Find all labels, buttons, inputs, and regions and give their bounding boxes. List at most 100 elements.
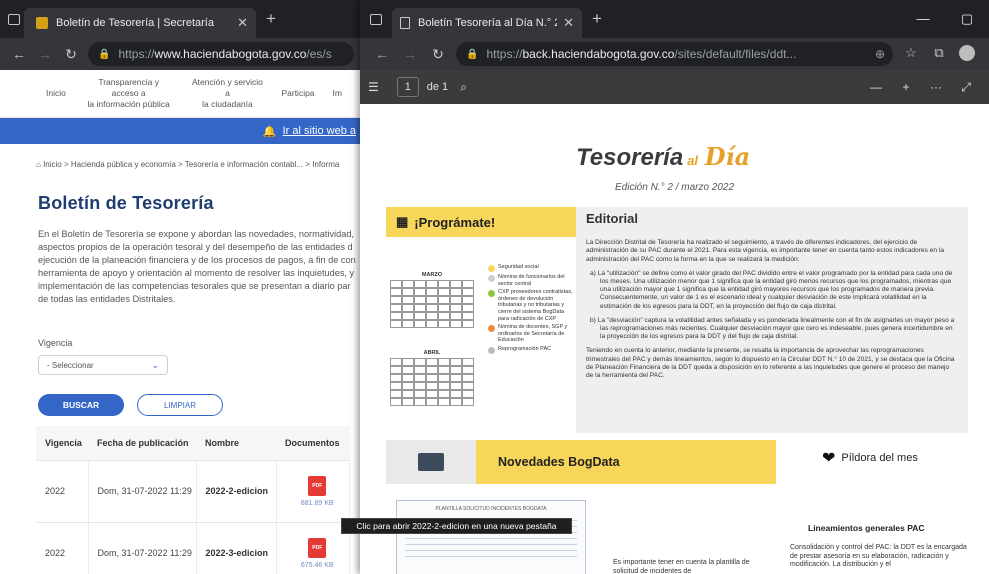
calendar-cell (414, 312, 426, 320)
calendar-cell (438, 296, 450, 304)
reload-icon[interactable]: ↻ (424, 46, 452, 63)
calendar-cell (414, 288, 426, 296)
calendar-cell (402, 382, 414, 390)
zoom-icon[interactable]: ⊕ (875, 47, 885, 61)
maximize-icon[interactable]: ▢ (945, 11, 989, 27)
calendar-cell (414, 304, 426, 312)
right-tab[interactable]: Boletín Tesorería al Día N.° 2_20 ✕ (392, 8, 582, 38)
collections-icon[interactable]: ⧉ (925, 45, 953, 64)
buscar-button[interactable]: BUSCAR (38, 394, 124, 416)
legend-item: Nómina de docentes, SGP y ordinarios de … (488, 324, 574, 344)
vigencia-label: Vigencia (38, 338, 73, 348)
nav-item-atencion[interactable]: Atención y servicio a la ciudadanía (191, 77, 263, 110)
new-tab-icon[interactable]: + (592, 9, 602, 29)
browser-toolbar-icons: ☆ ⧉ (897, 44, 981, 64)
pdf-download-link[interactable]: PDF 881.89 KB (276, 460, 350, 523)
edition-label: Edición N.° 2 / marzo 2022 (615, 182, 735, 193)
calendar-cell (462, 382, 474, 390)
calendar-cell (450, 280, 462, 288)
calendar-cell (390, 374, 402, 382)
zoom-in-icon[interactable]: + (891, 80, 921, 95)
reload-icon[interactable]: ↻ (58, 46, 84, 63)
right-tab-bar: Boletín Tesorería al Día N.° 2_20 ✕ + — … (360, 0, 989, 38)
legend-item: Seguridad social (488, 264, 574, 272)
legend-dot (488, 325, 495, 333)
left-address-bar: ← → ↻ 🔒 https://www.haciendabogota.gov.c… (0, 38, 360, 70)
window-menu-icon[interactable] (370, 13, 382, 25)
calendar-cell (426, 358, 438, 366)
pdf-toolbar-right: — + ··· ⤢ (861, 80, 981, 95)
calendar-cell (402, 288, 414, 296)
calendar-cell (438, 280, 450, 288)
calendar-cell (438, 390, 450, 398)
calendar-cell (414, 382, 426, 390)
calendar-cell (402, 366, 414, 374)
pdf-icon[interactable]: PDF (308, 537, 327, 558)
search-icon[interactable]: ⌕ (460, 80, 467, 95)
programate-header: ▦ ¡Prográmate! (386, 207, 576, 237)
calendar-cell (438, 374, 450, 382)
forward-icon[interactable]: → (396, 46, 424, 62)
calendar-cell (402, 320, 414, 328)
desktop: Boletín de Tesorería | Secretaría ✕ + ← … (0, 0, 989, 574)
plantilla-image: PLANTILLA SOLICITUD INCIDENTES BOGDATA (396, 500, 586, 574)
calendar-cell (402, 280, 414, 288)
legend-item: CXP proveedores contratistas, órdenes de… (488, 289, 574, 322)
right-url-field[interactable]: 🔒 https://back.haciendabogota.gov.co/sit… (456, 42, 893, 66)
calendar-cell (390, 390, 402, 398)
left-browser-window: Boletín de Tesorería | Secretaría ✕ + ← … (0, 0, 360, 574)
col-vigencia: Vigencia (36, 426, 88, 461)
calendar-cell (390, 398, 402, 406)
banner-link[interactable]: Ir al sitio web a (283, 125, 356, 137)
calendar-cell (438, 398, 450, 406)
page-number-input[interactable]: 1 (396, 77, 419, 97)
calendar-cell (462, 390, 474, 398)
contents-icon[interactable]: ☰ (368, 80, 379, 94)
legend-item: Reprogramación PAC (488, 346, 574, 354)
legend-item: Nómina de funcionarios del sector centra… (488, 274, 574, 287)
calendar-cell (414, 366, 426, 374)
nav-item-participa[interactable]: Participa (281, 88, 314, 99)
limpiar-button[interactable]: LIMPIAR (137, 394, 223, 416)
novedades-header: Novedades BogData (386, 440, 776, 484)
fullscreen-icon[interactable]: ⤢ (951, 80, 981, 95)
back-icon[interactable]: ← (368, 46, 396, 62)
window-menu-icon[interactable] (8, 13, 20, 25)
calendar-cell (414, 358, 426, 366)
calendar-cell (450, 366, 462, 374)
favorite-icon[interactable]: ☆ (897, 45, 925, 64)
close-tab-icon[interactable]: ✕ (237, 15, 248, 31)
calendar-cell (438, 358, 450, 366)
calendar-cell (462, 358, 474, 366)
zoom-out-icon[interactable]: — (861, 80, 891, 95)
left-tab[interactable]: Boletín de Tesorería | Secretaría ✕ (24, 8, 256, 38)
home-icon[interactable]: ⌂ (36, 160, 41, 169)
calendar-cell (402, 296, 414, 304)
col-fecha: Fecha de publicación (88, 426, 196, 461)
nav-item-more[interactable]: Im (333, 88, 342, 99)
bell-icon: 🔔 (262, 125, 277, 138)
hand-heart-icon: ❤ (822, 450, 836, 467)
minimize-icon[interactable]: — (901, 11, 945, 27)
left-url-field[interactable]: 🔒 https://www.haciendabogota.gov.co/es/s (88, 42, 354, 66)
calendar-cell (450, 358, 462, 366)
document-icon (400, 17, 410, 29)
close-tab-icon[interactable]: ✕ (563, 15, 574, 31)
new-tab-icon[interactable]: + (266, 9, 276, 29)
back-icon[interactable]: ← (6, 46, 32, 62)
vigencia-select[interactable]: - Seleccionar ⌄ (38, 355, 168, 375)
calendar-cell (402, 304, 414, 312)
nav-item-transparencia[interactable]: Transparencia y acceso a la información p… (84, 77, 174, 110)
calendar-cell (426, 280, 438, 288)
calendar-cell (450, 374, 462, 382)
profile-icon[interactable] (953, 44, 981, 64)
pdf-icon[interactable]: PDF (308, 475, 327, 496)
nav-item-inicio[interactable]: Inicio (46, 88, 66, 99)
window-controls: — ▢ (901, 11, 989, 27)
more-icon[interactable]: ··· (921, 80, 951, 95)
calendar-cell (390, 288, 402, 296)
calendar-cell (390, 312, 402, 320)
forward-icon[interactable]: → (32, 46, 58, 62)
calendar-cell (426, 312, 438, 320)
pdf-download-link[interactable]: PDF 675.46 KB (276, 522, 350, 574)
